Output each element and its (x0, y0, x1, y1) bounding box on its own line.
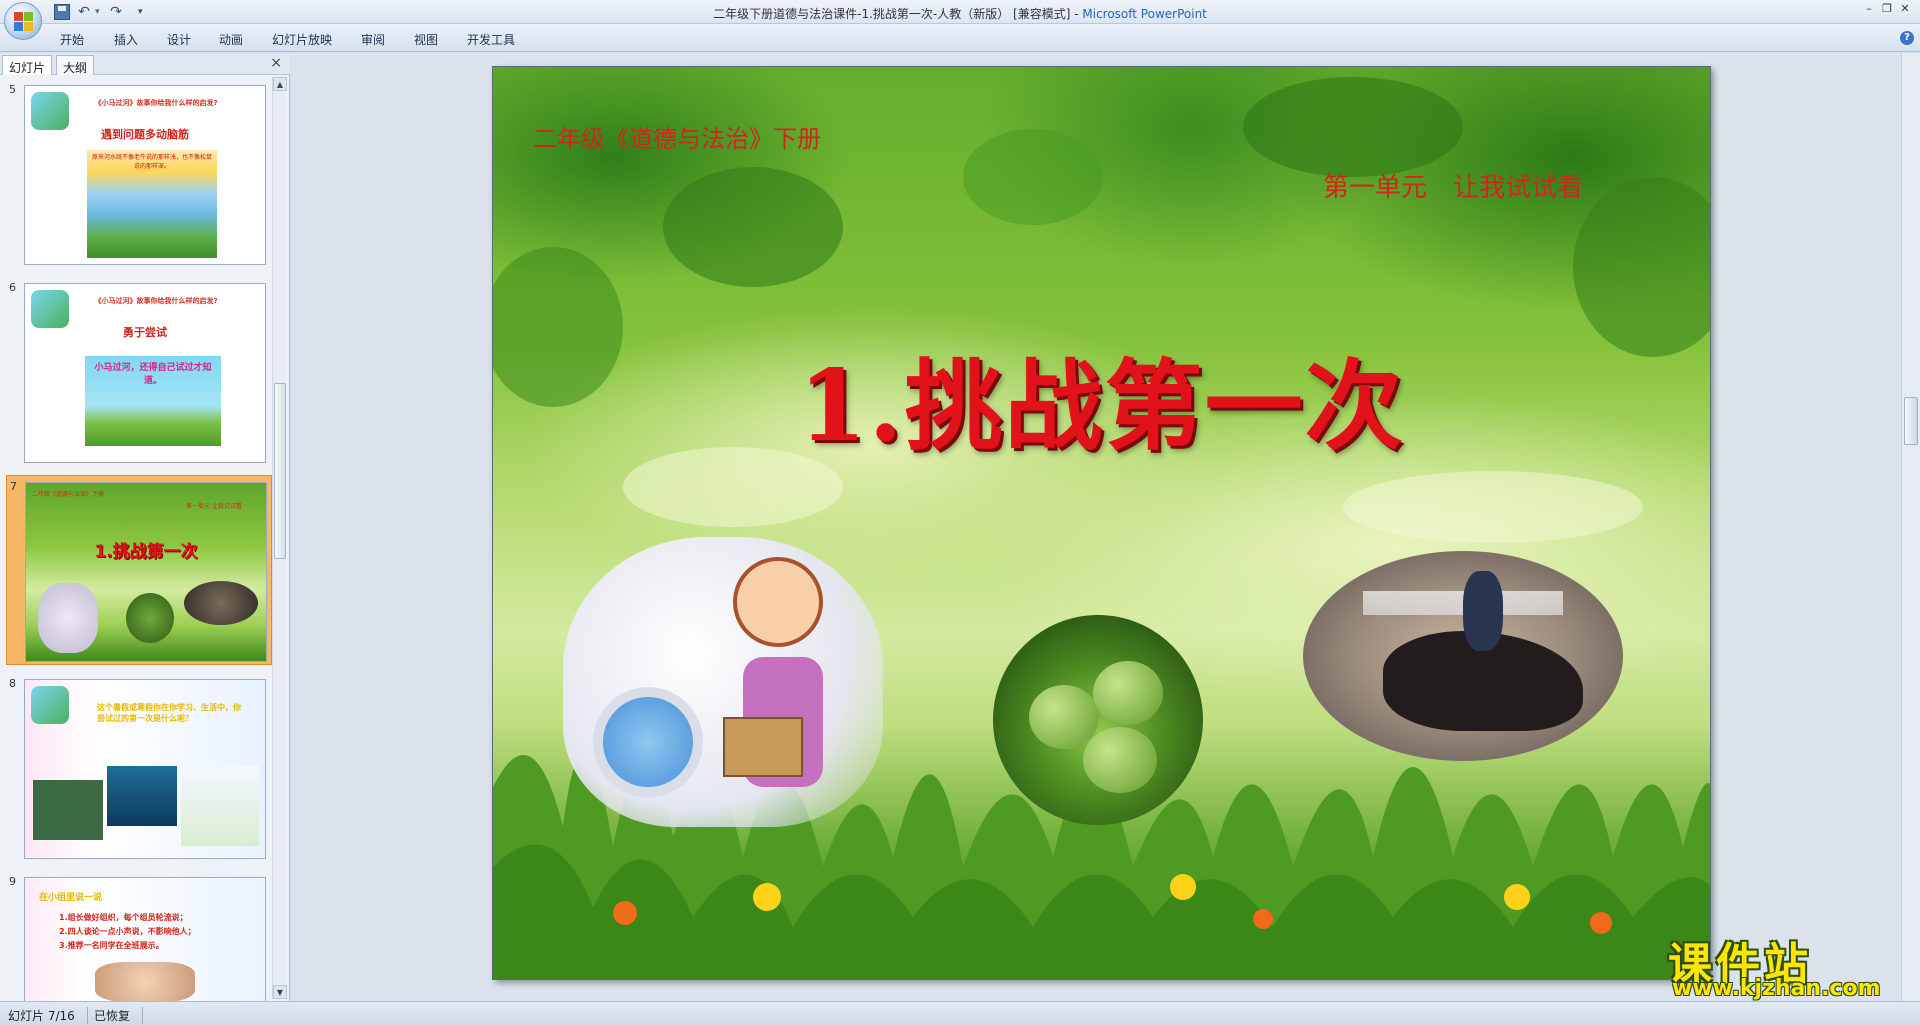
tab-slides[interactable]: 幻灯片 (2, 55, 53, 75)
slide-thumbnail-6[interactable]: 6 《小马过河》故事你给我什么样的启发? 勇于尝试 小马过河，还得自己试过才知道… (6, 277, 272, 467)
scroll-up-icon[interactable]: ▲ (273, 77, 287, 91)
slide-preview: 这个暑假或寒假你在你学习、生活中，你尝试过的第一次是什么呢？ (24, 679, 266, 859)
slide-heading: 这个暑假或寒假你在你学习、生活中，你尝试过的第一次是什么呢？ (97, 703, 241, 723)
horse-rider-picture[interactable] (1303, 551, 1623, 761)
tab-design[interactable]: 设计 (167, 31, 191, 48)
diving-picture (107, 766, 177, 826)
girl-laundry-picture[interactable] (563, 537, 883, 827)
students-picture (95, 962, 195, 1002)
slide-note: 原来河水既不像老牛说的那样浅，也不像松鼠说的那样深。 (91, 154, 212, 170)
slide-preview: 《小马过河》故事你给我什么样的启发? 遇到问题多动脑筋 原来河水既不像老牛说的那… (24, 85, 266, 265)
slide-thumbnail-9[interactable]: 9 在小组里说一说 1.组长做好组织，每个组员轮流说； 2.四人谈论一点小声说，… (6, 871, 272, 1003)
slide-number: 5 (9, 83, 16, 96)
slide-scrollbar[interactable] (1901, 53, 1920, 1001)
slide-heading: 《小马过河》故事你给我什么样的启发? (94, 297, 218, 305)
recovery-status: 已恢复 (94, 1007, 144, 1024)
restore-icon[interactable]: ❐ (1880, 3, 1894, 15)
coconut-picture (126, 593, 174, 643)
tab-review[interactable]: 审阅 (361, 31, 385, 48)
kids-clipart (31, 686, 69, 724)
window-title: 二年级下册道德与法治课件-1.挑战第一次-人教（新版） [兼容模式] - Mic… (0, 5, 1920, 22)
slide-line-3: 3.推荐一名同学在全班展示。 (59, 941, 164, 950)
slide-subtitle: 遇到问题多动脑筋 (101, 128, 189, 141)
slide-preview: 《小马过河》故事你给我什么样的启发? 勇于尝试 小马过河，还得自己试过才知道。 (24, 283, 266, 463)
pane-tabs: 幻灯片 大纲 × (0, 53, 290, 75)
slide-subtitle: 勇于尝试 (123, 326, 167, 339)
slide-thumbnail-7[interactable]: 7 二年级《道德与法治》下册 第一单元 让我试试看 1.挑战第一次 (6, 475, 272, 665)
tab-view[interactable]: 视图 (414, 31, 438, 48)
girl-face (733, 557, 823, 647)
slide-heading: 《小马过河》故事你给我什么样的启发? (94, 99, 218, 107)
office-button[interactable] (4, 2, 42, 40)
slide-scroll-thumb[interactable] (1904, 397, 1918, 445)
tab-home[interactable]: 开始 (60, 31, 84, 48)
tab-slideshow[interactable]: 幻灯片放映 (272, 31, 332, 48)
slide-position: 幻灯片 7/16 (8, 1007, 88, 1024)
tab-insert[interactable]: 插入 (114, 31, 138, 48)
coconut-1 (1029, 685, 1099, 749)
tab-developer[interactable]: 开发工具 (467, 31, 515, 48)
slide-subtitle: 1.挑战第一次 (94, 542, 198, 562)
slide-unit-title[interactable]: 第一单元 让我试试看 (1323, 167, 1583, 204)
document-title: 二年级下册道德与法治课件-1.挑战第一次-人教（新版） [兼容模式] - (713, 7, 1083, 21)
minimize-icon[interactable]: – (1862, 3, 1876, 15)
title-bar: ↶ ▾ ↷ ▾ 二年级下册道德与法治课件-1.挑战第一次-人教（新版） [兼容模… (0, 0, 1920, 40)
slide-preview: 二年级《道德与法治》下册 第一单元 让我试试看 1.挑战第一次 (25, 482, 267, 662)
site-watermark: 课件站 www.kjzhan.com (1668, 928, 1908, 1001)
scroll-thumb[interactable] (274, 383, 286, 559)
rider (1463, 571, 1503, 651)
help-icon[interactable]: ? (1900, 31, 1914, 45)
classroom-picture (33, 780, 103, 840)
watermark-url: www.kjzhan.com (1672, 976, 1881, 1001)
slide-course-title[interactable]: 二年级《道德与法治》下册 (533, 119, 821, 154)
slide-number: 8 (9, 677, 16, 690)
close-icon[interactable]: ✕ (1898, 3, 1912, 15)
slide-preview: 在小组里说一说 1.组长做好组织，每个组员轮流说； 2.四人谈论一点小声说，不影… (24, 877, 266, 1003)
app-name: Microsoft PowerPoint (1082, 7, 1207, 21)
current-slide[interactable]: 二年级《道德与法治》下册 第一单元 让我试试看 1.挑战第一次 (492, 66, 1711, 980)
close-pane-icon[interactable]: × (270, 55, 282, 71)
coconut-picture[interactable] (993, 615, 1203, 825)
coconut-3 (1083, 727, 1157, 793)
washing-machine-door (593, 687, 703, 797)
slide-number: 7 (10, 480, 17, 493)
scroll-down-icon[interactable]: ▼ (273, 985, 287, 999)
slide-main-title[interactable]: 1.挑战第一次 (493, 327, 1710, 469)
pony-rainbow-picture: 小马过河，还得自己试过才知道。 (85, 356, 221, 446)
coconut-2 (1093, 661, 1163, 725)
ribbon-tabs: 开始 插入 设计 动画 幻灯片放映 审阅 视图 开发工具 ? (0, 24, 1920, 52)
horse-picture (184, 581, 258, 625)
slide-line-1: 1.组长做好组织，每个组员轮流说； (59, 913, 188, 922)
slide-heading-right: 第一单元 让我试试看 (186, 503, 242, 510)
slide-number: 9 (9, 875, 16, 888)
tab-outline[interactable]: 大纲 (56, 55, 95, 75)
slide-thumbnail-8[interactable]: 8 这个暑假或寒假你在你学习、生活中，你尝试过的第一次是什么呢？ (6, 673, 272, 863)
slide-heading: 在小组里说一说 (39, 893, 103, 903)
slide-note: 小马过河，还得自己试过才知道。 (94, 363, 212, 386)
laundry-basket (723, 717, 803, 777)
slide-thumbnail-5[interactable]: 5 《小马过河》故事你给我什么样的启发? 遇到问题多动脑筋 原来河水既不像老牛说… (6, 79, 272, 269)
status-bar: 幻灯片 7/16 已恢复 (0, 1001, 1920, 1025)
slide-line-2: 2.四人谈论一点小声说，不影响他人； (59, 927, 196, 936)
pony-river-picture: 原来河水既不像老牛说的那样浅，也不像松鼠说的那样深。 (87, 150, 217, 258)
office-logo-icon (14, 12, 34, 32)
cycling-picture (181, 766, 259, 846)
girl-picture (38, 583, 98, 653)
slide-number: 6 (9, 281, 16, 294)
tab-animation[interactable]: 动画 (219, 31, 243, 48)
slides-pane: 幻灯片 大纲 × 5 《小马过河》故事你给我什么样的启发? 遇到问题多动脑筋 原… (0, 53, 290, 1003)
thumbnail-scrollbar[interactable]: ▲ ▼ (272, 77, 287, 999)
slide-heading-left: 二年级《道德与法治》下册 (32, 491, 105, 498)
